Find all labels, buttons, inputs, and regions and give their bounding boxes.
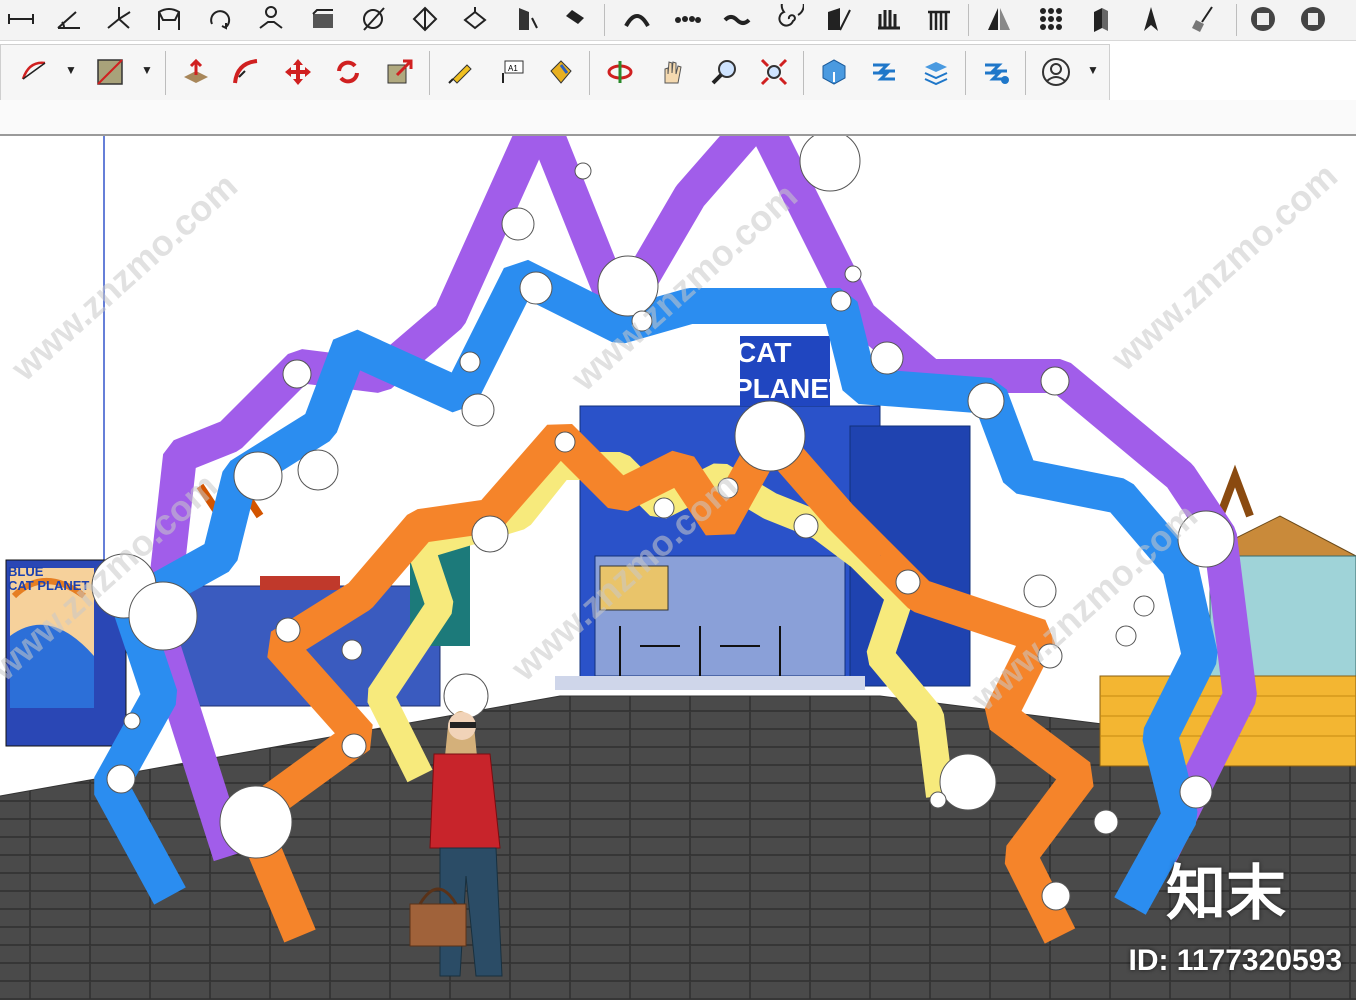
stamp-icon[interactable] [254, 2, 288, 36]
smoove-icon[interactable] [204, 2, 238, 36]
column-icon[interactable] [922, 2, 956, 36]
orbit-icon[interactable] [603, 55, 637, 89]
arc-icon[interactable] [17, 55, 51, 89]
move-icon[interactable] [281, 55, 315, 89]
zoom-extents-icon[interactable] [757, 55, 791, 89]
extension-warehouse-icon[interactable] [867, 55, 901, 89]
paint-bucket-icon[interactable] [543, 55, 577, 89]
position-camera-icon[interactable] [508, 2, 542, 36]
scratch-icon[interactable] [458, 2, 492, 36]
array-icon[interactable] [1034, 2, 1068, 36]
model-id-label: ID: 1177320593 [1128, 944, 1342, 977]
account-dropdown-icon[interactable]: ▼ [1087, 63, 1099, 77]
main-toolbar: ▼ ▼ A1 ▼ [0, 44, 1110, 102]
sandbox-contours-icon[interactable] [152, 2, 186, 36]
walk-icon[interactable] [558, 2, 592, 36]
rectangle-icon[interactable] [93, 55, 127, 89]
north-arrow-icon[interactable] [1134, 2, 1168, 36]
toolbar-dock-area [0, 100, 1356, 136]
top-toolbar [0, 0, 1356, 41]
drape-icon[interactable] [306, 2, 340, 36]
section-plane-icon[interactable] [822, 2, 856, 36]
building-sign-planet: PLANET [734, 373, 846, 404]
model-viewport[interactable]: CAT PLANET BLUE CAT PLANET www.znzmo.com… [0, 136, 1356, 1000]
broom-icon[interactable] [1186, 2, 1220, 36]
mirror-icon[interactable] [982, 2, 1016, 36]
tape-measure-icon[interactable] [443, 55, 477, 89]
axes-icon[interactable] [102, 2, 136, 36]
extrude-icon[interactable] [1084, 2, 1118, 36]
spiral-icon[interactable] [772, 2, 806, 36]
scene-render: CAT PLANET BLUE CAT PLANET [0, 136, 1356, 1000]
building-sign-cat: CAT [736, 337, 791, 368]
shape-dropdown-icon[interactable]: ▼ [141, 63, 153, 77]
scale-icon[interactable] [383, 55, 417, 89]
layout-send-icon[interactable] [919, 55, 953, 89]
pan-hand-icon[interactable] [655, 55, 689, 89]
wave-icon[interactable] [720, 2, 754, 36]
hand-columns-icon[interactable] [872, 2, 906, 36]
sync-icon[interactable] [1296, 2, 1330, 36]
push-pull-icon[interactable] [179, 55, 213, 89]
arc-dropdown-icon[interactable]: ▼ [65, 63, 77, 77]
brand-watermark: 知末 [1166, 859, 1286, 929]
text-label-icon[interactable]: A1 [495, 55, 529, 89]
model-info-icon[interactable] [1246, 2, 1280, 36]
add-detail-icon[interactable] [356, 2, 390, 36]
rotate-icon[interactable] [331, 55, 365, 89]
account-icon[interactable] [1039, 55, 1073, 89]
zoom-icon[interactable] [707, 55, 741, 89]
beads-icon[interactable] [670, 2, 704, 36]
dimension-icon[interactable] [4, 2, 38, 36]
extension-manager-icon[interactable] [979, 55, 1013, 89]
warehouse-icon[interactable] [817, 55, 851, 89]
svg-text:A1: A1 [508, 64, 518, 73]
flip-edge-icon[interactable] [408, 2, 442, 36]
protractor-icon[interactable] [52, 2, 86, 36]
follow-me-icon[interactable] [229, 55, 263, 89]
arch-icon[interactable] [620, 2, 654, 36]
